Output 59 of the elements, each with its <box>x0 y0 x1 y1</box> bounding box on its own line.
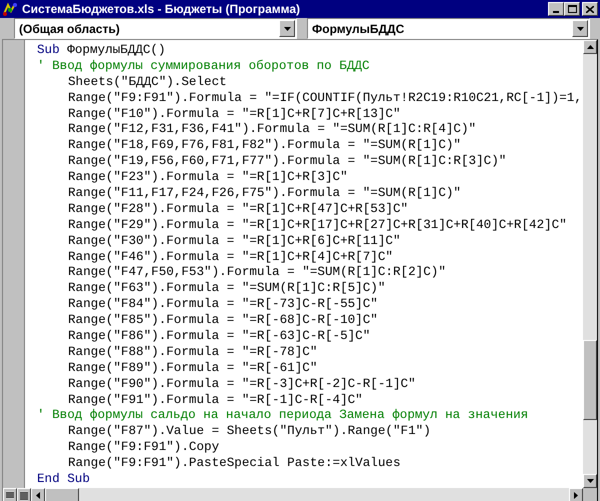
code-comment: ' Ввод формулы сальдо на начало периода Замена формул на значения <box>37 408 528 424</box>
code-statement: Range("F87").Value = Sheets("Пульт").Range("F1") <box>68 424 431 440</box>
scroll-thumb[interactable] <box>45 488 79 501</box>
scroll-left-button[interactable] <box>31 488 45 501</box>
vertical-scrollbar[interactable] <box>583 40 597 488</box>
code-comment: ' Ввод формулы суммирования оборотов по БДДС <box>37 58 370 75</box>
minimize-button[interactable] <box>548 2 564 16</box>
down-arrow-icon <box>586 478 594 483</box>
code-statement: Range("F90").Formula = "=R[-3]C+R[-2]C-R[-1]C" <box>68 376 416 393</box>
code-statement: Range("F19,F56,F60,F71,F77").Formula = "=SUM(R[1]C:R[3]C)" <box>68 154 506 170</box>
code-statement: Range("F30").Formula = "=R[1]C+R[6]C+R[11]C" <box>68 234 401 250</box>
code-statement: Range("F9:F91").PasteSpecial Paste:=xlValues <box>68 456 401 472</box>
lines-icon <box>6 492 14 500</box>
caret-down-icon <box>576 26 584 30</box>
code-statement: Range("F88").Formula = "=R[-78]C" <box>68 344 318 361</box>
dropdown-button[interactable] <box>572 20 588 37</box>
code-statement: Range("F85").Formula = "=R[-68]C-R[-10]C" <box>68 313 378 330</box>
code-text: ФормулыБДДС() <box>67 43 166 59</box>
left-arrow-icon <box>36 492 40 500</box>
app-icon <box>2 1 18 17</box>
procedure-dropdown[interactable]: ФормулыБДДС <box>307 18 590 39</box>
close-icon <box>586 6 594 12</box>
module-view-button[interactable] <box>17 488 31 501</box>
scroll-down-button[interactable] <box>583 474 597 488</box>
code-keyword: End Sub <box>37 472 90 488</box>
scroll-right-button[interactable] <box>569 488 583 501</box>
code-statement: Range("F9:F91").Formula = "=IF(COUNTIF(Пульт!R2C19:R10C21,RC[-1])=1, <box>68 90 582 107</box>
maximize-button[interactable] <box>564 2 580 16</box>
close-button[interactable] <box>582 2 598 16</box>
lines-icon <box>20 492 28 500</box>
code-statement: Range("F12,F31,F36,F41").Formula = "=SUM(R[1]C:R[4]C)" <box>68 122 476 138</box>
code-statement: Range("F11,F17,F24,F26,F75").Formula = "=SUM(R[1]C)" <box>68 186 461 202</box>
code-statement: Sheets("БДДС").Select <box>68 74 227 91</box>
code-statement: Range("F9:F91").Copy <box>68 440 220 456</box>
up-arrow-icon <box>586 45 594 49</box>
code-statement: Range("F91").Formula = "=R[-1]C-R[-4]C" <box>68 392 363 408</box>
code-editor[interactable] <box>25 40 583 488</box>
code-statement: Range("F46").Formula = "=R[1]C+R[4]C+R[7]C" <box>68 250 393 266</box>
maximize-icon <box>568 5 576 13</box>
object-dropdown[interactable]: (Общая область) <box>14 18 297 39</box>
code-statement: Range("F10").Formula = "=R[1]C+R[7]C+R[13]C" <box>68 106 401 122</box>
dropdown-button[interactable] <box>279 20 295 37</box>
code-statement: Range("F47,F50,F53").Formula = "=SUM(R[1]C:R[2]C)" <box>68 265 446 282</box>
code-statement: Range("F18,F69,F76,F81,F82").Formula = "=SUM(R[1]C)" <box>68 138 461 154</box>
code-keyword: Sub <box>37 43 60 59</box>
scroll-up-button[interactable] <box>583 40 597 54</box>
right-arrow-icon <box>574 492 578 500</box>
code-statement: Range("F84").Formula = "=R[-73]C-R[-55]C" <box>68 297 378 314</box>
code-statement: Range("F28").Formula = "=R[1]C+R[47]C+R[53]C" <box>68 202 408 218</box>
caret-down-icon <box>284 26 290 30</box>
code-statement: Range("F89").Formula = "=R[-61]C" <box>68 360 318 377</box>
window-title: СистемаБюджетов.xls - Бюджеты (Программа) <box>22 1 302 18</box>
code-statement: Range("F86").Formula = "=R[-63]C-R[-5]C" <box>68 329 370 345</box>
scroll-thumb[interactable] <box>583 340 597 420</box>
minimize-icon <box>553 11 559 13</box>
code-statement: Range("F63").Formula = "=SUM(R[1]C:R[5]C)" <box>68 281 386 298</box>
code-statement: Range("F23").Formula = "=R[1]C+R[3]C" <box>68 170 348 186</box>
procedure-view-button[interactable] <box>3 488 17 501</box>
code-statement: Range("F29").Formula = "=R[1]C+R[17]C+R[27]C+R[31]C+R[40]C+R[42]C" <box>68 218 567 234</box>
